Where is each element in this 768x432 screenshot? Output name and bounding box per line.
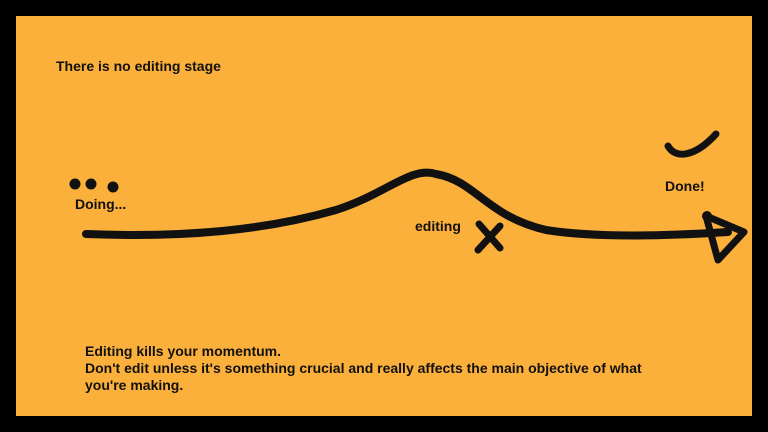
editing-label: editing <box>415 218 461 234</box>
done-label: Done! <box>665 178 705 194</box>
cross-mark-icon <box>474 220 504 254</box>
note-text: Editing kills your momentum. Don't edit … <box>85 343 685 394</box>
note-line-1: Editing kills your momentum. <box>85 343 282 359</box>
check-mark-icon <box>664 130 720 158</box>
workflow-path <box>82 168 732 240</box>
ellipsis-dots-icon <box>69 178 119 193</box>
slide-canvas: There is no editing stage Doing... editi… <box>16 16 752 416</box>
doing-label: Doing... <box>75 196 127 212</box>
note-line-2: Don't edit unless it's something crucial… <box>85 360 642 376</box>
slide-frame: There is no editing stage Doing... editi… <box>0 0 768 432</box>
note-line-3: you're making. <box>85 377 184 393</box>
